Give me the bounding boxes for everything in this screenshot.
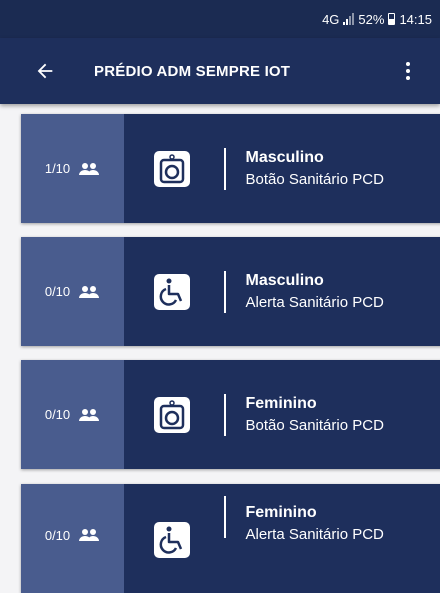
app-bar: PRÉDIO ADM SEMPRE IOT (0, 38, 440, 104)
device-card[interactable]: 0/10 Masculino Alerta Sanitário PCD (21, 237, 440, 346)
people-icon (79, 285, 100, 298)
divider (224, 496, 226, 538)
device-card[interactable]: 0/10 Feminino Botão Sanitário PCD (21, 360, 440, 469)
battery-percent: 52% (358, 11, 385, 27)
count-panel: 1/10 (21, 114, 124, 223)
card-subtitle: Alerta Sanitário PCD (245, 526, 384, 543)
arrow-left-icon[interactable] (30, 56, 60, 86)
people-icon (79, 408, 100, 421)
page-title: PRÉDIO ADM SEMPRE IOT (94, 62, 291, 80)
card-title: Feminino (245, 395, 317, 412)
divider (224, 393, 226, 436)
people-icon (79, 162, 100, 175)
card-title: Masculino (245, 272, 324, 289)
device-card[interactable]: 1/10 Masculino Botão Sanitário PCD (21, 114, 440, 223)
divider (224, 147, 226, 190)
signal-icon (343, 13, 355, 25)
network-type: 4G (322, 11, 340, 27)
device-count: 0/10 (44, 528, 71, 543)
status-bar: 4G 52% 14:15 (0, 0, 440, 38)
wheelchair-icon (154, 522, 190, 558)
button-sanitary-icon (154, 396, 190, 433)
wheelchair-icon (154, 273, 190, 310)
device-count: 0/10 (44, 407, 71, 422)
card-subtitle: Alerta Sanitário PCD (245, 294, 384, 311)
device-count: 1/10 (44, 161, 71, 176)
count-panel: 0/10 (21, 237, 124, 346)
battery-icon (388, 13, 396, 25)
device-count: 0/10 (44, 284, 71, 299)
more-vert-icon[interactable] (396, 56, 420, 86)
divider (224, 270, 226, 313)
count-panel: 0/10 (21, 360, 124, 469)
button-sanitary-icon (154, 150, 190, 187)
card-subtitle: Botão Sanitário PCD (245, 417, 384, 434)
card-subtitle: Botão Sanitário PCD (245, 171, 384, 188)
people-icon (79, 529, 100, 541)
card-title: Masculino (245, 149, 324, 166)
clock: 14:15 (399, 11, 432, 27)
card-title: Feminino (245, 504, 317, 521)
